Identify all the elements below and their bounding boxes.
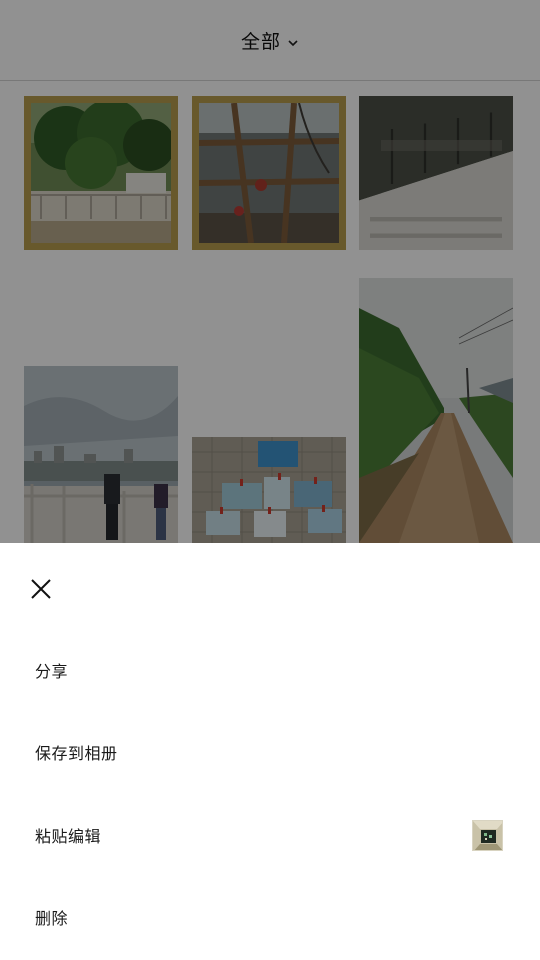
gallery-screen: 全部 分享 保存到相册 粘贴编辑 删除 [0, 0, 540, 960]
menu-label-save-to-album: 保存到相册 [35, 744, 118, 763]
menu-item-share[interactable]: 分享 [0, 640, 540, 700]
header-bar: 全部 [0, 0, 540, 81]
album-title: 全部 [240, 30, 281, 53]
menu-label-paste-edit: 粘贴编辑 [35, 827, 102, 846]
menu-label-share: 分享 [35, 662, 69, 681]
photo-postcard-wall[interactable] [192, 437, 346, 543]
menu-item-save-to-album[interactable]: 保存到相册 [0, 722, 540, 782]
action-sheet: 分享 保存到相册 粘贴编辑 删除 [0, 543, 540, 960]
album-picker[interactable]: 全部 [241, 27, 299, 54]
close-icon[interactable] [26, 574, 56, 604]
photo-tree-railing[interactable] [24, 96, 178, 250]
menu-item-delete[interactable]: 删除 [0, 887, 540, 947]
photo-dirt-road[interactable] [359, 278, 513, 543]
menu-item-paste-edit[interactable]: 粘贴编辑 [0, 805, 540, 865]
photo-viewpoint-people[interactable] [24, 366, 178, 543]
photo-building-wall[interactable] [359, 96, 513, 250]
paste-preview-thumbnail [472, 819, 503, 851]
photo-window-bars[interactable] [192, 96, 346, 250]
chevron-down-icon [287, 34, 299, 47]
menu-label-delete: 删除 [35, 909, 69, 928]
